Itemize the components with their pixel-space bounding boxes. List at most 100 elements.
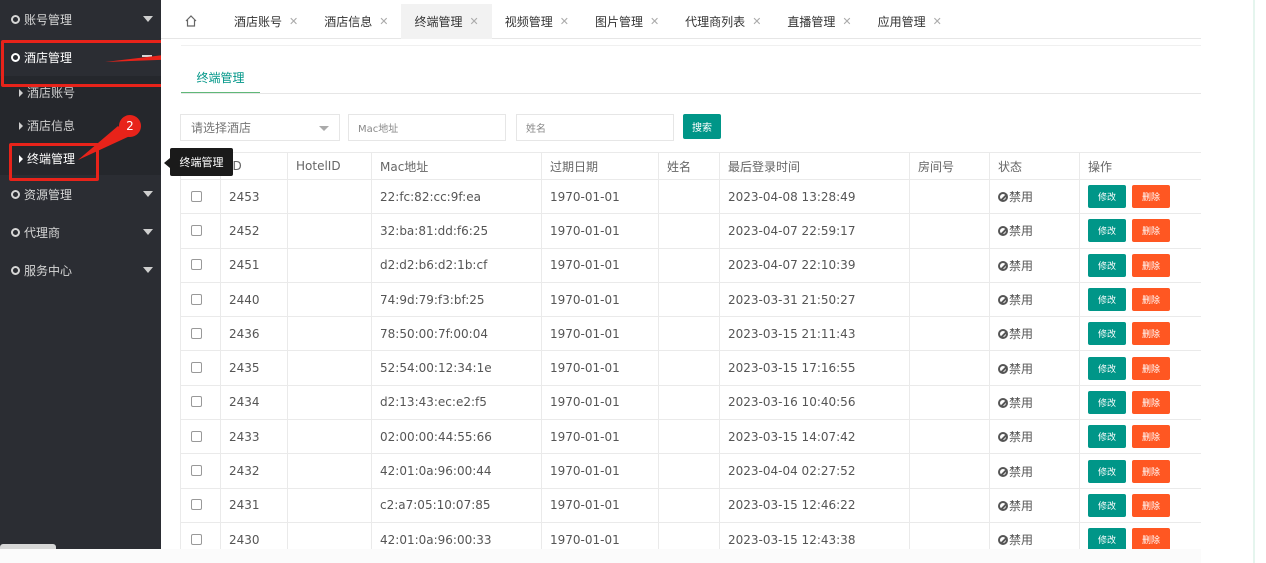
mac-input[interactable]: Mac地址 bbox=[348, 114, 506, 141]
tab-home[interactable] bbox=[161, 4, 221, 39]
status-label: 禁用 bbox=[1009, 190, 1034, 205]
cell-actions: 修改 删除 bbox=[1079, 281, 1202, 318]
name-input[interactable]: 姓名 bbox=[516, 114, 674, 141]
tab-terminal[interactable]: 终端管理 ✕ bbox=[401, 3, 492, 39]
subtab-terminal[interactable]: 终端管理 bbox=[181, 62, 260, 94]
ban-icon bbox=[998, 466, 1008, 477]
close-icon[interactable]: ✕ bbox=[650, 15, 659, 28]
page: 账号管理 酒店管理 酒店账号 酒店信息 终端管理 资源管理 代理商 服务中心 2… bbox=[0, 0, 1266, 563]
cell-actions: 修改 删除 bbox=[1079, 316, 1202, 352]
cell-id: 2431 bbox=[220, 487, 288, 523]
cell-hotel-id bbox=[287, 247, 372, 283]
delete-button[interactable]: 删除 bbox=[1132, 322, 1170, 346]
cell-expire: 1970-01-01 bbox=[541, 247, 659, 283]
row-checkbox-cell bbox=[180, 453, 221, 489]
ban-icon bbox=[998, 226, 1008, 237]
table-row: 2451 d2:d2:b6:d2:1b:cf 1970-01-01 2023-04-0… bbox=[180, 247, 1202, 283]
cell-name bbox=[658, 213, 720, 249]
delete-button[interactable]: 删除 bbox=[1132, 528, 1170, 552]
edit-button[interactable]: 修改 bbox=[1088, 425, 1126, 449]
close-icon[interactable]: ✕ bbox=[469, 15, 478, 28]
delete-button[interactable]: 删除 bbox=[1132, 459, 1170, 483]
cell-expire: 1970-01-01 bbox=[541, 419, 659, 455]
delete-button[interactable]: 删除 bbox=[1132, 425, 1170, 449]
row-checkbox[interactable] bbox=[191, 465, 202, 477]
edit-button[interactable]: 修改 bbox=[1088, 253, 1126, 277]
edit-button[interactable]: 修改 bbox=[1088, 185, 1126, 209]
close-icon[interactable]: ✕ bbox=[560, 15, 569, 28]
tab-label: 酒店信息 bbox=[324, 14, 373, 29]
edit-button[interactable]: 修改 bbox=[1088, 390, 1126, 414]
close-icon[interactable]: ✕ bbox=[752, 15, 761, 28]
edit-button[interactable]: 修改 bbox=[1088, 356, 1126, 380]
divider bbox=[181, 93, 1201, 94]
row-checkbox-cell bbox=[180, 487, 221, 523]
delete-button[interactable]: 删除 bbox=[1132, 253, 1170, 277]
delete-button[interactable]: 删除 bbox=[1132, 356, 1170, 380]
status-badge: 禁用 bbox=[998, 465, 1033, 479]
edit-button[interactable]: 修改 bbox=[1088, 459, 1126, 483]
cell-last-login: 2023-03-16 10:40:56 bbox=[719, 384, 910, 421]
hotel-select-value: 请选择酒店 bbox=[191, 121, 252, 135]
status-label: 禁用 bbox=[1009, 361, 1034, 376]
row-checkbox[interactable] bbox=[191, 224, 202, 236]
sidebar-item-agent[interactable]: 代理商 bbox=[0, 213, 161, 251]
tab-hotel-info[interactable]: 酒店信息 ✕ bbox=[311, 4, 401, 39]
tab-agent-list[interactable]: 代理商列表 ✕ bbox=[672, 4, 774, 39]
close-icon[interactable]: ✕ bbox=[379, 15, 388, 28]
delete-button[interactable]: 删除 bbox=[1132, 493, 1170, 517]
table-row: 2452 32:ba:81:dd:f6:25 1970-01-01 2023-04-0… bbox=[180, 213, 1202, 249]
row-checkbox[interactable] bbox=[191, 362, 202, 374]
row-checkbox[interactable] bbox=[191, 259, 202, 271]
edit-button[interactable]: 修改 bbox=[1088, 493, 1126, 517]
row-checkbox[interactable] bbox=[191, 396, 202, 408]
close-icon[interactable]: ✕ bbox=[842, 15, 851, 28]
cell-actions: 修改 删除 bbox=[1079, 350, 1202, 386]
cell-status: 禁用 bbox=[989, 178, 1080, 215]
status-badge: 禁用 bbox=[998, 293, 1033, 307]
delete-button[interactable]: 删除 bbox=[1132, 185, 1170, 209]
delete-button[interactable]: 删除 bbox=[1132, 390, 1170, 414]
cell-hotel-id bbox=[287, 350, 372, 386]
row-checkbox[interactable] bbox=[191, 499, 202, 511]
cell-room bbox=[909, 487, 990, 523]
hotel-select[interactable]: 请选择酒店 bbox=[180, 114, 340, 141]
caret-down-icon bbox=[143, 267, 153, 273]
cell-name bbox=[658, 316, 720, 352]
row-checkbox[interactable] bbox=[191, 430, 202, 442]
edit-button[interactable]: 修改 bbox=[1088, 528, 1126, 552]
delete-button[interactable]: 删除 bbox=[1132, 288, 1170, 312]
delete-button[interactable]: 删除 bbox=[1132, 219, 1170, 243]
cell-status: 禁用 bbox=[989, 281, 1080, 318]
ban-icon bbox=[998, 260, 1008, 271]
edit-button[interactable]: 修改 bbox=[1088, 322, 1126, 346]
search-button[interactable]: 搜索 bbox=[683, 114, 721, 139]
cell-hotel-id bbox=[287, 419, 372, 455]
status-label: 禁用 bbox=[1009, 533, 1034, 548]
ban-icon bbox=[998, 363, 1008, 374]
close-icon[interactable]: ✕ bbox=[289, 15, 298, 28]
tab-video[interactable]: 视频管理 ✕ bbox=[492, 4, 582, 39]
tab-live[interactable]: 直播管理 ✕ bbox=[774, 4, 864, 39]
tab-hotel-account[interactable]: 酒店账号 ✕ bbox=[221, 4, 311, 39]
cell-name bbox=[658, 350, 720, 386]
row-checkbox[interactable] bbox=[191, 327, 202, 339]
sidebar-item-service[interactable]: 服务中心 bbox=[0, 251, 161, 289]
tab-image[interactable]: 图片管理 ✕ bbox=[582, 4, 672, 39]
tab-app[interactable]: 应用管理 ✕ bbox=[865, 4, 955, 39]
row-checkbox[interactable] bbox=[191, 293, 202, 305]
row-checkbox[interactable] bbox=[191, 533, 202, 545]
table-header: 最后登录时间 bbox=[719, 152, 910, 180]
table-header: 过期日期 bbox=[541, 152, 659, 180]
edit-button[interactable]: 修改 bbox=[1088, 288, 1126, 312]
status-label: 禁用 bbox=[1009, 498, 1034, 513]
close-icon[interactable]: ✕ bbox=[933, 15, 942, 28]
edit-button[interactable]: 修改 bbox=[1088, 219, 1126, 243]
row-checkbox[interactable] bbox=[191, 190, 202, 202]
status-badge: 禁用 bbox=[998, 327, 1033, 341]
status-badge: 禁用 bbox=[998, 499, 1033, 513]
status-label: 禁用 bbox=[1009, 430, 1034, 445]
cell-mac: d2:13:43:ec:e2:f5 bbox=[371, 384, 542, 421]
cell-room bbox=[909, 316, 990, 352]
cell-mac: 42:01:0a:96:00:44 bbox=[371, 453, 542, 489]
